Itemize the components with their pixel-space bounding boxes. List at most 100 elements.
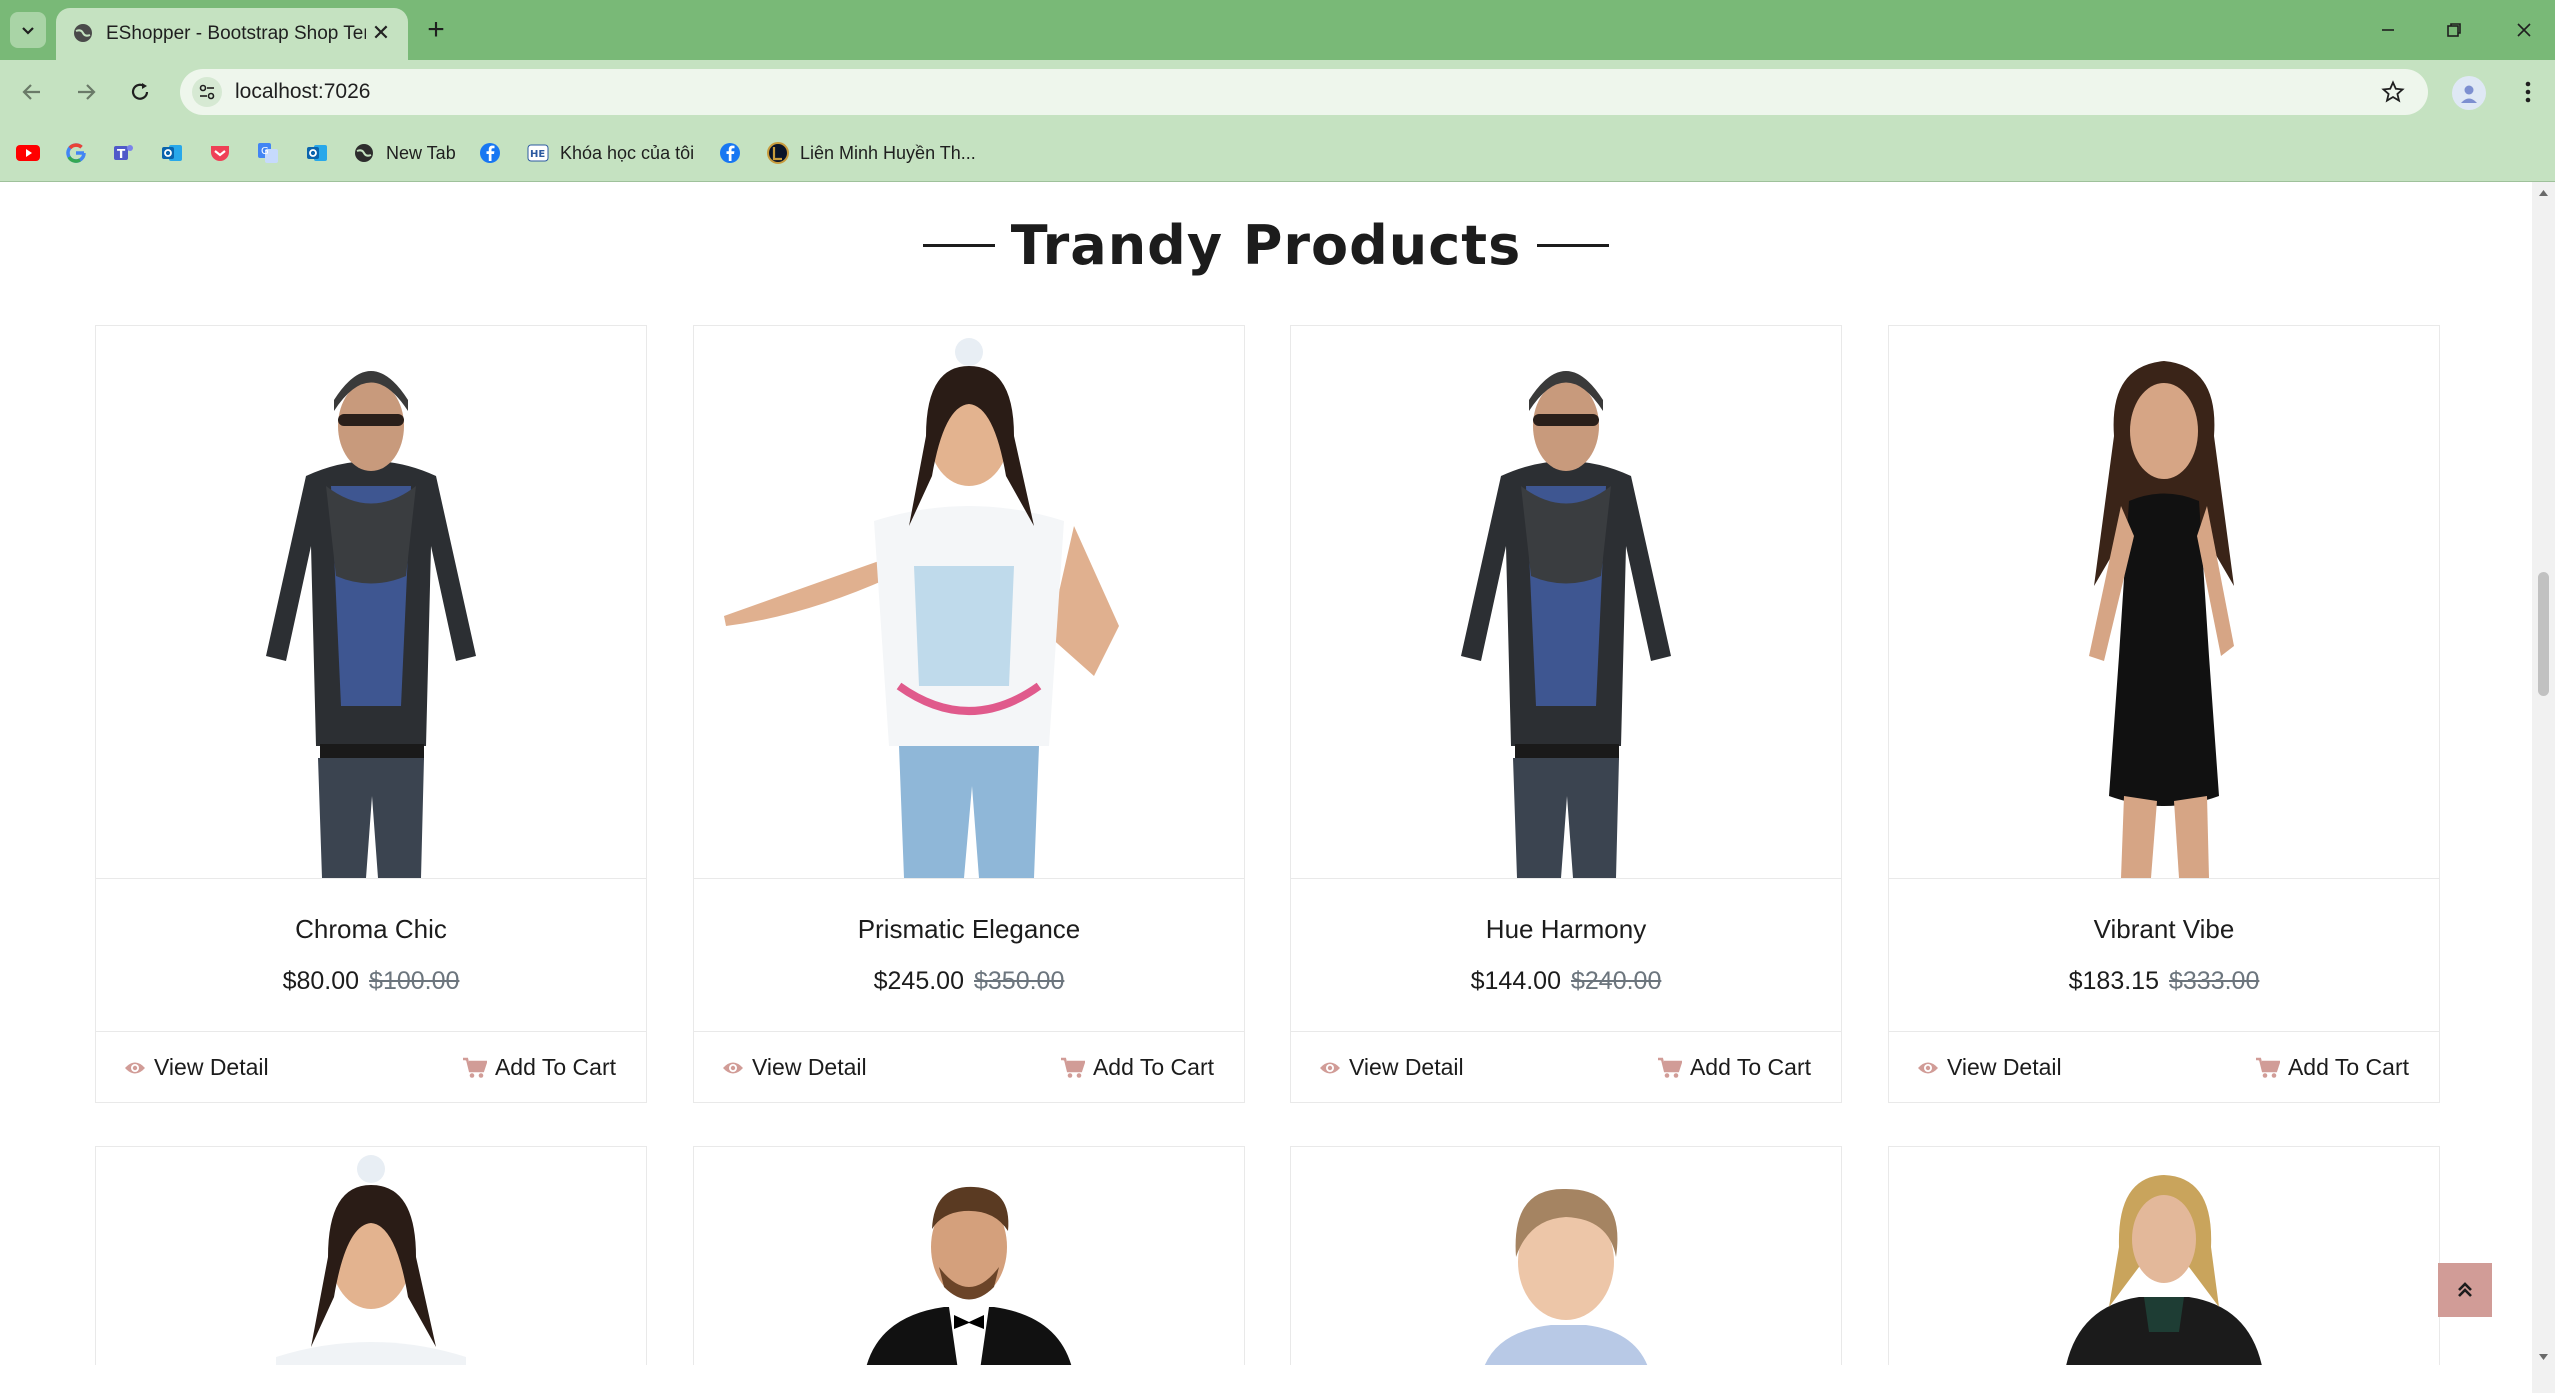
avatar-icon	[2461, 85, 2477, 103]
product-price-row: $80.00 $100.00	[96, 967, 646, 996]
course-icon: HE	[526, 141, 550, 165]
add-to-cart-button[interactable]: Add To Cart	[2255, 1054, 2409, 1081]
add-to-cart-button[interactable]: Add To Cart	[462, 1054, 616, 1081]
bookmark-google[interactable]	[64, 139, 88, 167]
new-tab-button[interactable]: +	[420, 13, 452, 46]
girl-white-tshirt-image	[724, 338, 1119, 878]
chevron-down-icon	[22, 27, 34, 35]
man-leather-jacket-image	[1461, 371, 1671, 878]
product-actions: View Detail Add To Cart	[694, 1032, 1244, 1102]
add-to-cart-button[interactable]: Add To Cart	[1657, 1054, 1811, 1081]
product-image[interactable]	[96, 326, 646, 879]
scroll-down-arrow-icon[interactable]	[2538, 1352, 2549, 1362]
view-detail-button[interactable]: View Detail	[1319, 1054, 1464, 1081]
back-to-top-button[interactable]	[2438, 1263, 2492, 1317]
eye-icon	[124, 1060, 146, 1076]
product-name[interactable]: Hue Harmony	[1291, 879, 1841, 945]
browser-menu-button[interactable]	[2510, 74, 2546, 110]
product-actions: View Detail Add To Cart	[1291, 1032, 1841, 1102]
product-old-price: $350.00	[974, 967, 1065, 995]
pocket-icon	[208, 141, 232, 165]
product-price: $144.00	[1470, 967, 1561, 995]
profile-avatar[interactable]	[2452, 76, 2486, 110]
product-image[interactable]	[694, 1147, 1244, 1365]
bookmark-facebook[interactable]	[478, 139, 502, 167]
cart-icon	[462, 1057, 487, 1079]
bookmark-facebook-2[interactable]	[718, 139, 742, 167]
site-info-button[interactable]	[192, 77, 222, 107]
add-to-cart-label: Add To Cart	[1092, 1054, 1214, 1080]
scroll-up-arrow-icon[interactable]	[2538, 188, 2549, 198]
view-detail-label: View Detail	[1947, 1054, 2062, 1080]
globe-icon	[74, 24, 92, 42]
bookmark-khoa-hoc[interactable]: HE Khóa học của tôi	[526, 139, 694, 167]
facebook-icon	[718, 141, 742, 165]
close-icon	[2517, 23, 2531, 37]
product-name[interactable]: Chroma Chic	[96, 879, 646, 945]
section-heading: Trandy Products	[0, 214, 2532, 277]
view-detail-button[interactable]: View Detail	[722, 1054, 867, 1081]
product-image[interactable]	[1291, 326, 1841, 879]
view-detail-button[interactable]: View Detail	[1917, 1054, 2062, 1081]
product-card: Chroma Chic $80.00 $100.00 View Detail Ad…	[95, 325, 647, 1103]
translate-icon: G	[256, 141, 280, 165]
arrow-right-icon	[78, 84, 96, 100]
bookmark-label: Liên Minh Huyền Th...	[800, 142, 976, 163]
product-image[interactable]	[96, 1147, 646, 1365]
product-name[interactable]: Vibrant Vibe	[1889, 879, 2439, 945]
bookmark-outlook-2[interactable]	[305, 139, 329, 167]
product-info: Vibrant Vibe $183.15 $333.00	[1889, 879, 2439, 1032]
tab-search-button[interactable]	[10, 12, 46, 48]
browser-tab-strip: EShopper - Bootstrap Shop Template ✕ +	[0, 0, 2555, 60]
page-scrollbar[interactable]	[2532, 182, 2555, 1393]
eye-icon	[1319, 1060, 1341, 1076]
window-bottom-edge	[0, 1365, 2532, 1393]
scrollbar-thumb[interactable]	[2538, 572, 2549, 696]
globe-icon	[352, 141, 376, 165]
product-card: Vibrant Vibe $183.15 $333.00 View Detail …	[1888, 325, 2440, 1103]
address-bar[interactable]: localhost:7026	[180, 69, 2428, 115]
bookmark-teams[interactable]: T	[111, 139, 135, 167]
browser-toolbar: localhost:7026	[0, 60, 2555, 125]
man-tuxedo-image	[866, 1186, 1072, 1365]
add-to-cart-button[interactable]: Add To Cart	[1060, 1054, 1214, 1081]
teams-icon: T	[111, 141, 135, 165]
bookmark-new-tab[interactable]: New Tab	[352, 139, 456, 167]
product-price: $80.00	[282, 967, 360, 995]
product-old-price: $100.00	[369, 967, 460, 995]
bookmark-youtube[interactable]	[16, 139, 40, 167]
forward-button[interactable]	[66, 72, 106, 112]
reload-button[interactable]	[120, 72, 160, 112]
view-detail-label: View Detail	[1349, 1054, 1464, 1080]
product-price-row: $144.00 $240.00	[1291, 967, 1841, 996]
browser-tab-active[interactable]: EShopper - Bootstrap Shop Template ✕	[56, 8, 408, 60]
bookmark-label: Khóa học của tôi	[560, 142, 695, 163]
product-image[interactable]	[1291, 1147, 1841, 1365]
bookmark-outlook[interactable]	[160, 139, 184, 167]
man-leather-jacket-image	[266, 371, 476, 878]
section-title-text: Trandy Products	[1010, 214, 1522, 277]
close-tab-icon[interactable]: ✕	[368, 20, 394, 46]
bookmark-lien-minh[interactable]: Liên Minh Huyền Th...	[766, 139, 976, 167]
product-image[interactable]	[694, 326, 1244, 879]
view-detail-button[interactable]: View Detail	[124, 1054, 269, 1081]
product-price: $245.00	[873, 967, 964, 995]
product-name[interactable]: Prismatic Elegance	[694, 879, 1244, 945]
bookmark-star-button[interactable]	[2378, 77, 2408, 107]
minimize-button[interactable]	[2358, 10, 2418, 50]
product-card	[95, 1146, 647, 1365]
product-card	[1888, 1146, 2440, 1365]
bookmark-pocket[interactable]	[208, 139, 232, 167]
add-to-cart-label: Add To Cart	[1689, 1054, 1811, 1080]
close-window-button[interactable]	[2494, 10, 2554, 50]
restore-button[interactable]	[2424, 10, 2484, 50]
product-image[interactable]	[1889, 326, 2439, 879]
bookmark-translate[interactable]: G	[256, 139, 280, 167]
page-viewport: Trandy Products Chroma Chic $80.00 $100.0…	[0, 182, 2532, 1365]
girl-white-tshirt-image	[276, 1155, 466, 1365]
product-card: Hue Harmony $144.00 $240.00 View Detail A…	[1290, 325, 1842, 1103]
product-image[interactable]	[1889, 1147, 2439, 1365]
back-button[interactable]	[12, 72, 52, 112]
double-chevron-up-icon	[2458, 1282, 2472, 1297]
url-text[interactable]: localhost:7026	[235, 80, 370, 104]
